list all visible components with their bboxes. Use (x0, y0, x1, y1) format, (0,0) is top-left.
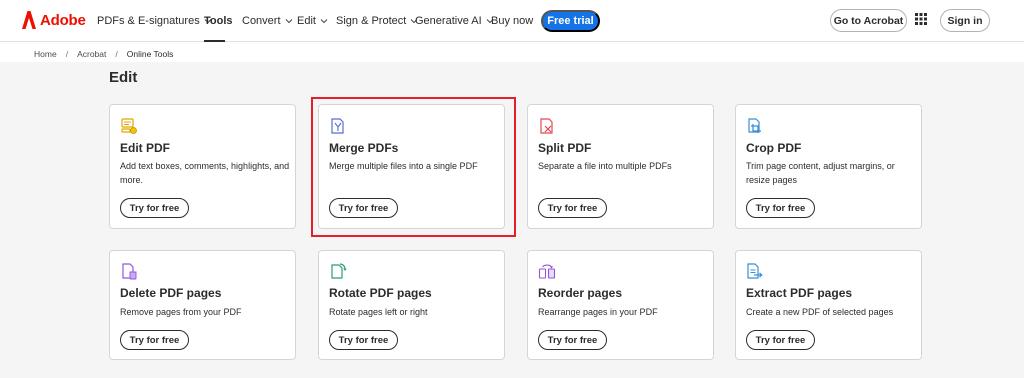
nav-tools-label: Tools (204, 15, 233, 27)
nav-pdfs-label: PDFs & E-signatures (97, 15, 200, 27)
nav-generative-ai[interactable]: Generative AI (415, 0, 494, 42)
breadcrumb-current: Online Tools (126, 49, 174, 59)
card-title: Edit PDF (120, 141, 170, 155)
app-switcher-grid-icon[interactable] (915, 13, 927, 25)
card-title: Extract PDF pages (746, 286, 853, 300)
adobe-logo-link[interactable]: Adobe (22, 11, 86, 29)
nav-convert-label: Convert (242, 15, 281, 27)
card-description: Trim page content, adjust margins, or re… (746, 161, 895, 185)
nav-edit-label: Edit (297, 15, 316, 27)
try-for-free-button[interactable]: Try for free (329, 198, 398, 218)
rotate-pages-icon (331, 263, 347, 279)
top-navigation: Adobe PDFs & E-signatures Tools Convert … (0, 0, 1024, 42)
nav-sign-label: Sign & Protect (336, 15, 407, 27)
card-title: Delete PDF pages (120, 286, 222, 300)
nav-pdfs-esignatures[interactable]: PDFs & E-signatures (97, 0, 212, 42)
chevron-down-icon (285, 19, 292, 24)
delete-pages-icon (122, 263, 137, 280)
breadcrumb: Home / Acrobat / Online Tools (34, 49, 173, 59)
breadcrumb-separator: / (65, 49, 69, 59)
tool-card-split-pdf[interactable]: Split PDF Separate a file into multiple … (527, 104, 714, 229)
try-for-free-button[interactable]: Try for free (120, 198, 189, 218)
nav-genai-label: Generative AI (415, 15, 482, 27)
card-description: Merge multiple files into a single PDF (329, 161, 478, 171)
tool-card-extract-pdf-pages[interactable]: Extract PDF pages Create a new PDF of se… (735, 250, 922, 360)
nav-buy-now[interactable]: Buy now (491, 0, 533, 42)
try-for-free-button[interactable]: Try for free (120, 330, 189, 350)
card-title: Reorder pages (538, 286, 623, 300)
tool-card-delete-pdf-pages[interactable]: Delete PDF pages Remove pages from your … (109, 250, 296, 360)
try-for-free-button[interactable]: Try for free (538, 330, 607, 350)
free-trial-button[interactable]: Free trial (541, 10, 600, 32)
try-for-free-button[interactable]: Try for free (746, 330, 815, 350)
try-for-free-button[interactable]: Try for free (538, 198, 607, 218)
adobe-logo-icon (22, 11, 36, 29)
breadcrumb-home[interactable]: Home (34, 49, 57, 59)
tool-card-crop-pdf[interactable]: Crop PDF Trim page content, adjust margi… (735, 104, 922, 229)
nav-edit[interactable]: Edit (297, 0, 328, 42)
nav-active-indicator (204, 40, 225, 42)
tool-card-rotate-pdf-pages[interactable]: Rotate PDF pages Rotate pages left or ri… (318, 250, 505, 360)
chevron-down-icon (320, 19, 328, 24)
breadcrumb-separator: / (115, 49, 118, 59)
breadcrumb-acrobat[interactable]: Acrobat (77, 49, 106, 59)
card-description: Rearrange pages in your PDF (538, 307, 658, 317)
card-title: Rotate PDF pages (329, 286, 432, 300)
tool-card-merge-pdfs[interactable]: Merge PDFs Merge multiple files into a s… (318, 104, 505, 229)
card-title: Split PDF (538, 141, 592, 155)
reorder-pages-icon (538, 264, 556, 279)
nav-buy-label: Buy now (491, 15, 534, 27)
split-pdf-icon (540, 118, 553, 134)
edit-pdf-icon (121, 118, 137, 134)
extract-pages-icon (747, 263, 763, 279)
try-for-free-button[interactable]: Try for free (746, 198, 815, 218)
try-for-free-button[interactable]: Try for free (329, 330, 398, 350)
card-title: Merge PDFs (329, 141, 399, 155)
merge-pdfs-icon (331, 118, 344, 134)
section-title: Edit (109, 69, 138, 86)
card-description: Rotate pages left or right (329, 307, 428, 317)
adobe-wordmark: Adobe (40, 11, 86, 29)
tool-card-reorder-pages[interactable]: Reorder pages Rearrange pages in your PD… (527, 250, 714, 360)
card-description: Remove pages from your PDF (120, 307, 242, 317)
sign-in-button[interactable]: Sign in (940, 9, 990, 32)
crop-pdf-icon (748, 118, 761, 133)
card-description: Separate a file into multiple PDFs (538, 161, 672, 171)
go-to-acrobat-button[interactable]: Go to Acrobat (830, 9, 907, 32)
nav-convert[interactable]: Convert (242, 0, 293, 42)
card-description: Create a new PDF of selected pages (746, 307, 894, 317)
card-description: Add text boxes, comments, highlights, an… (120, 161, 290, 185)
nav-sign-protect[interactable]: Sign & Protect (336, 0, 418, 42)
tool-card-edit-pdf[interactable]: Edit PDF Add text boxes, comments, highl… (109, 104, 296, 229)
nav-tools[interactable]: Tools (204, 0, 233, 42)
card-title: Crop PDF (746, 141, 802, 155)
